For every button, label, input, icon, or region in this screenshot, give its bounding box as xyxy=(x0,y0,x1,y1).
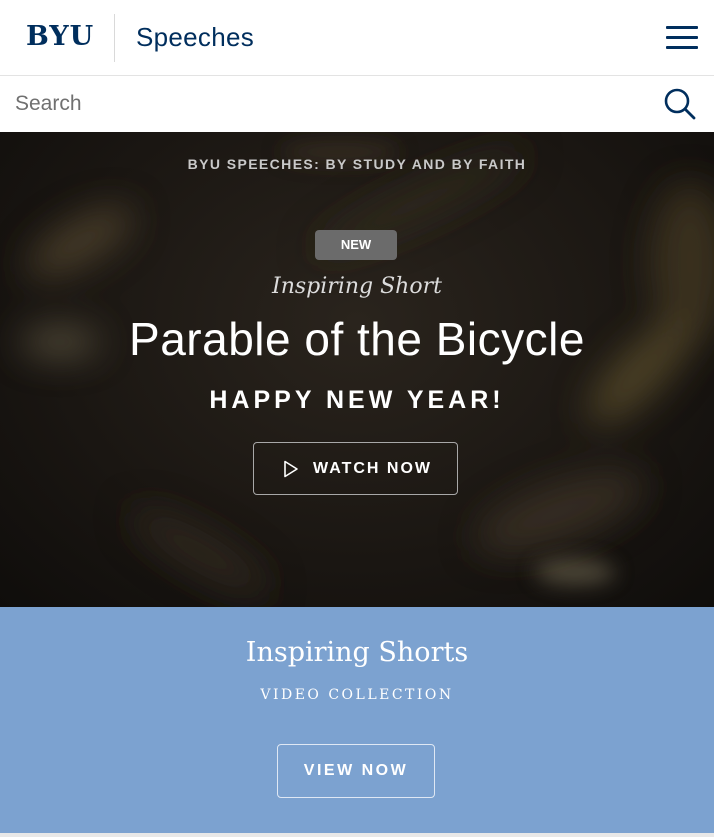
hero-category: Inspiring Short xyxy=(272,274,442,299)
hero-background-image xyxy=(20,142,714,596)
collection-subtitle: VIDEO COLLECTION xyxy=(260,687,454,703)
collection-banner: Inspiring Shorts VIDEO COLLECTION VIEW N… xyxy=(0,607,714,833)
new-badge: NEW xyxy=(315,230,397,260)
header-divider xyxy=(114,14,115,62)
search-icon[interactable] xyxy=(662,86,696,120)
hero-title[interactable]: Parable of the Bicycle xyxy=(0,312,714,366)
site-header: BYU Speeches xyxy=(0,0,714,76)
hero-banner: BYU SPEECHES: BY STUDY AND BY FAITH NEW … xyxy=(0,132,714,607)
search-bar xyxy=(0,76,714,132)
search-input[interactable] xyxy=(0,76,640,132)
hero-subtitle: HAPPY NEW YEAR! xyxy=(209,386,505,414)
watch-now-label: WATCH NOW xyxy=(313,460,433,477)
hamburger-menu-icon[interactable] xyxy=(666,26,700,50)
byu-logo[interactable]: BYU xyxy=(26,21,94,53)
view-now-button[interactable]: VIEW NOW xyxy=(277,744,435,798)
hero-kicker: BYU SPEECHES: BY STUDY AND BY FAITH xyxy=(187,156,527,172)
play-icon xyxy=(284,460,298,478)
page-bottom-divider xyxy=(0,833,714,837)
site-title[interactable]: Speeches xyxy=(136,21,254,53)
collection-title: Inspiring Shorts xyxy=(245,637,469,668)
watch-now-button[interactable]: WATCH NOW xyxy=(253,442,458,495)
